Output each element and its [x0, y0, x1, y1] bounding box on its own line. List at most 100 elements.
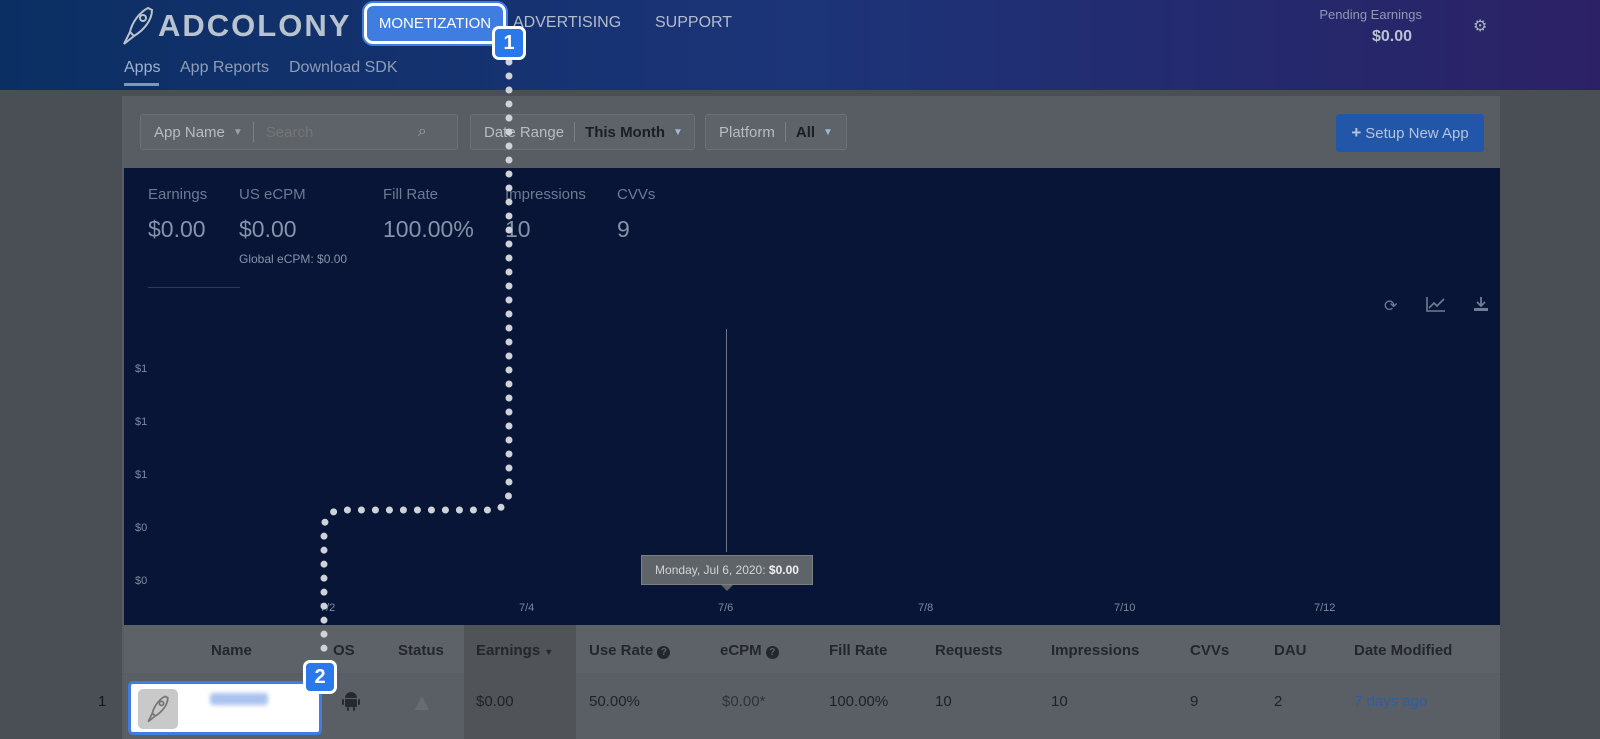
subnav-apps[interactable]: Apps	[124, 59, 160, 77]
column-header-fill-rate[interactable]: Fill Rate	[829, 642, 887, 659]
download-icon[interactable]	[1473, 296, 1489, 317]
stat-fill-rate-value: 100.00%	[383, 216, 474, 242]
date-range-filter[interactable]: Date Range This Month ▼	[470, 114, 695, 150]
column-header-status[interactable]: Status	[398, 642, 444, 659]
column-header-use-rate-label: Use Rate	[589, 642, 654, 659]
column-header-name[interactable]: Name	[211, 642, 252, 659]
chevron-down-icon: ▼	[673, 126, 683, 138]
cell-earnings: $0.00	[476, 693, 514, 710]
stat-us-ecpm-value: $0.00	[239, 216, 297, 242]
active-subnav-indicator	[124, 83, 159, 86]
cell-cvvs: 9	[1190, 693, 1199, 710]
divider	[784, 122, 786, 142]
help-icon[interactable]: ?	[657, 646, 671, 659]
app-search-filter: App Name ▼ ⌕	[140, 114, 458, 150]
plus-icon: +	[1351, 123, 1362, 142]
active-stat-indicator	[148, 287, 240, 288]
x-tick-label: 7/8	[918, 602, 934, 614]
android-glyph	[342, 692, 360, 711]
logo-text: ADCOLONY	[158, 8, 352, 43]
column-header-earnings-label: Earnings	[476, 642, 541, 659]
x-tick-label: 7/2	[320, 602, 336, 614]
x-tick-label: 7/12	[1314, 602, 1336, 614]
pending-earnings-value: $0.00	[1371, 28, 1412, 45]
search-input[interactable]	[263, 122, 418, 142]
x-tick-label: 7/6	[718, 602, 734, 614]
warning-icon[interactable]: ▲	[410, 689, 434, 717]
column-header-os[interactable]: OS	[333, 642, 355, 659]
chart-hover-line	[726, 329, 727, 552]
y-tick-label: $1	[135, 363, 148, 375]
setup-new-app-button[interactable]: + Setup New App	[1336, 114, 1484, 152]
platform-label: Platform	[719, 123, 775, 141]
rocket-logo-icon	[123, 6, 154, 45]
cell-use-rate: 50.00%	[589, 693, 640, 710]
step-badge-1: 1	[492, 26, 526, 60]
gear-icon[interactable]: ⚙	[1473, 16, 1487, 36]
column-header-dau[interactable]: DAU	[1274, 642, 1307, 659]
chart-tooltip: Monday, Jul 6, 2020: $0.00	[641, 555, 813, 585]
nav-support[interactable]: SUPPORT	[655, 14, 732, 32]
cell-date-modified-link[interactable]: 7 days ago	[1354, 693, 1427, 710]
date-range-label: Date Range	[484, 123, 565, 141]
step-badge-2: 2	[303, 660, 337, 694]
cell-requests: 10	[935, 693, 952, 710]
stat-impressions-value: 10	[505, 216, 531, 242]
stat-earnings-label[interactable]: Earnings	[148, 186, 207, 203]
chevron-down-icon: ▼	[823, 126, 833, 138]
app-name-redacted[interactable]	[210, 693, 268, 705]
global-ecpm: Global eCPM: $0.00	[239, 252, 348, 266]
line-chart-icon[interactable]	[1426, 296, 1446, 317]
y-tick-label: $0	[135, 575, 148, 587]
tooltip-value: $0.00	[768, 563, 799, 577]
download-glyph	[1474, 297, 1488, 311]
refresh-icon[interactable]: ⟳	[1384, 296, 1397, 316]
stat-earnings-value: $0.00	[148, 216, 206, 242]
line-chart-glyph	[1426, 297, 1445, 312]
y-tick-label: $0	[135, 522, 148, 534]
nav-advertising[interactable]: ADVERTISING	[513, 14, 621, 32]
x-tick-label: 7/10	[1114, 602, 1136, 614]
sort-desc-icon: ▼	[544, 647, 554, 657]
help-icon[interactable]: ?	[765, 646, 779, 659]
pending-earnings-label: Pending Earnings	[1319, 7, 1422, 22]
x-tick-label: 7/4	[519, 602, 535, 614]
y-tick-label: $1	[135, 469, 148, 481]
stat-cvvs-label[interactable]: CVVs	[617, 186, 655, 203]
divider	[252, 122, 254, 142]
platform-filter[interactable]: Platform All ▼	[705, 114, 847, 150]
column-header-ecpm[interactable]: eCPM ?	[720, 642, 779, 659]
column-header-date-modified[interactable]: Date Modified	[1354, 642, 1452, 659]
chevron-down-icon[interactable]: ▼	[233, 127, 243, 138]
column-header-requests[interactable]: Requests	[935, 642, 1003, 659]
column-header-earnings[interactable]: Earnings ▼	[476, 642, 553, 659]
android-icon	[342, 691, 360, 716]
column-header-use-rate[interactable]: Use Rate ?	[589, 642, 671, 659]
cell-dau: 2	[1274, 693, 1283, 710]
y-tick-label: $1	[135, 416, 148, 428]
app-name-select[interactable]: App Name	[154, 124, 225, 141]
date-range-value: This Month	[585, 123, 666, 141]
search-icon[interactable]: ⌕	[418, 123, 427, 141]
column-header-cvvs[interactable]: CVVs	[1190, 642, 1229, 659]
stat-cvvs-value: 9	[617, 216, 630, 242]
column-header-impressions[interactable]: Impressions	[1051, 642, 1139, 659]
stat-fill-rate-label[interactable]: Fill Rate	[383, 186, 438, 203]
subnav-download-sdk[interactable]: Download SDK	[289, 59, 398, 77]
cell-fill-rate: 100.00%	[829, 693, 889, 710]
tooltip-arrow	[721, 585, 733, 591]
platform-value: All	[795, 123, 816, 141]
adcolony-logo[interactable]: ADCOLONY	[122, 4, 351, 48]
row-index: 1	[98, 693, 107, 710]
divider	[574, 122, 576, 142]
stat-impressions-label[interactable]: Impressions	[505, 186, 586, 203]
cell-impressions: 10	[1051, 693, 1068, 710]
app-thumbnail-icon[interactable]	[138, 689, 178, 729]
tooltip-label: Monday, Jul 6, 2020:	[655, 563, 766, 577]
stat-us-ecpm-label[interactable]: US eCPM	[239, 186, 306, 203]
cell-ecpm: $0.00*	[722, 693, 766, 710]
column-header-ecpm-label: eCPM	[720, 642, 762, 659]
nav-monetization[interactable]: MONETIZATION	[367, 6, 503, 41]
rocket-icon	[147, 695, 169, 723]
subnav-app-reports[interactable]: App Reports	[180, 59, 269, 77]
